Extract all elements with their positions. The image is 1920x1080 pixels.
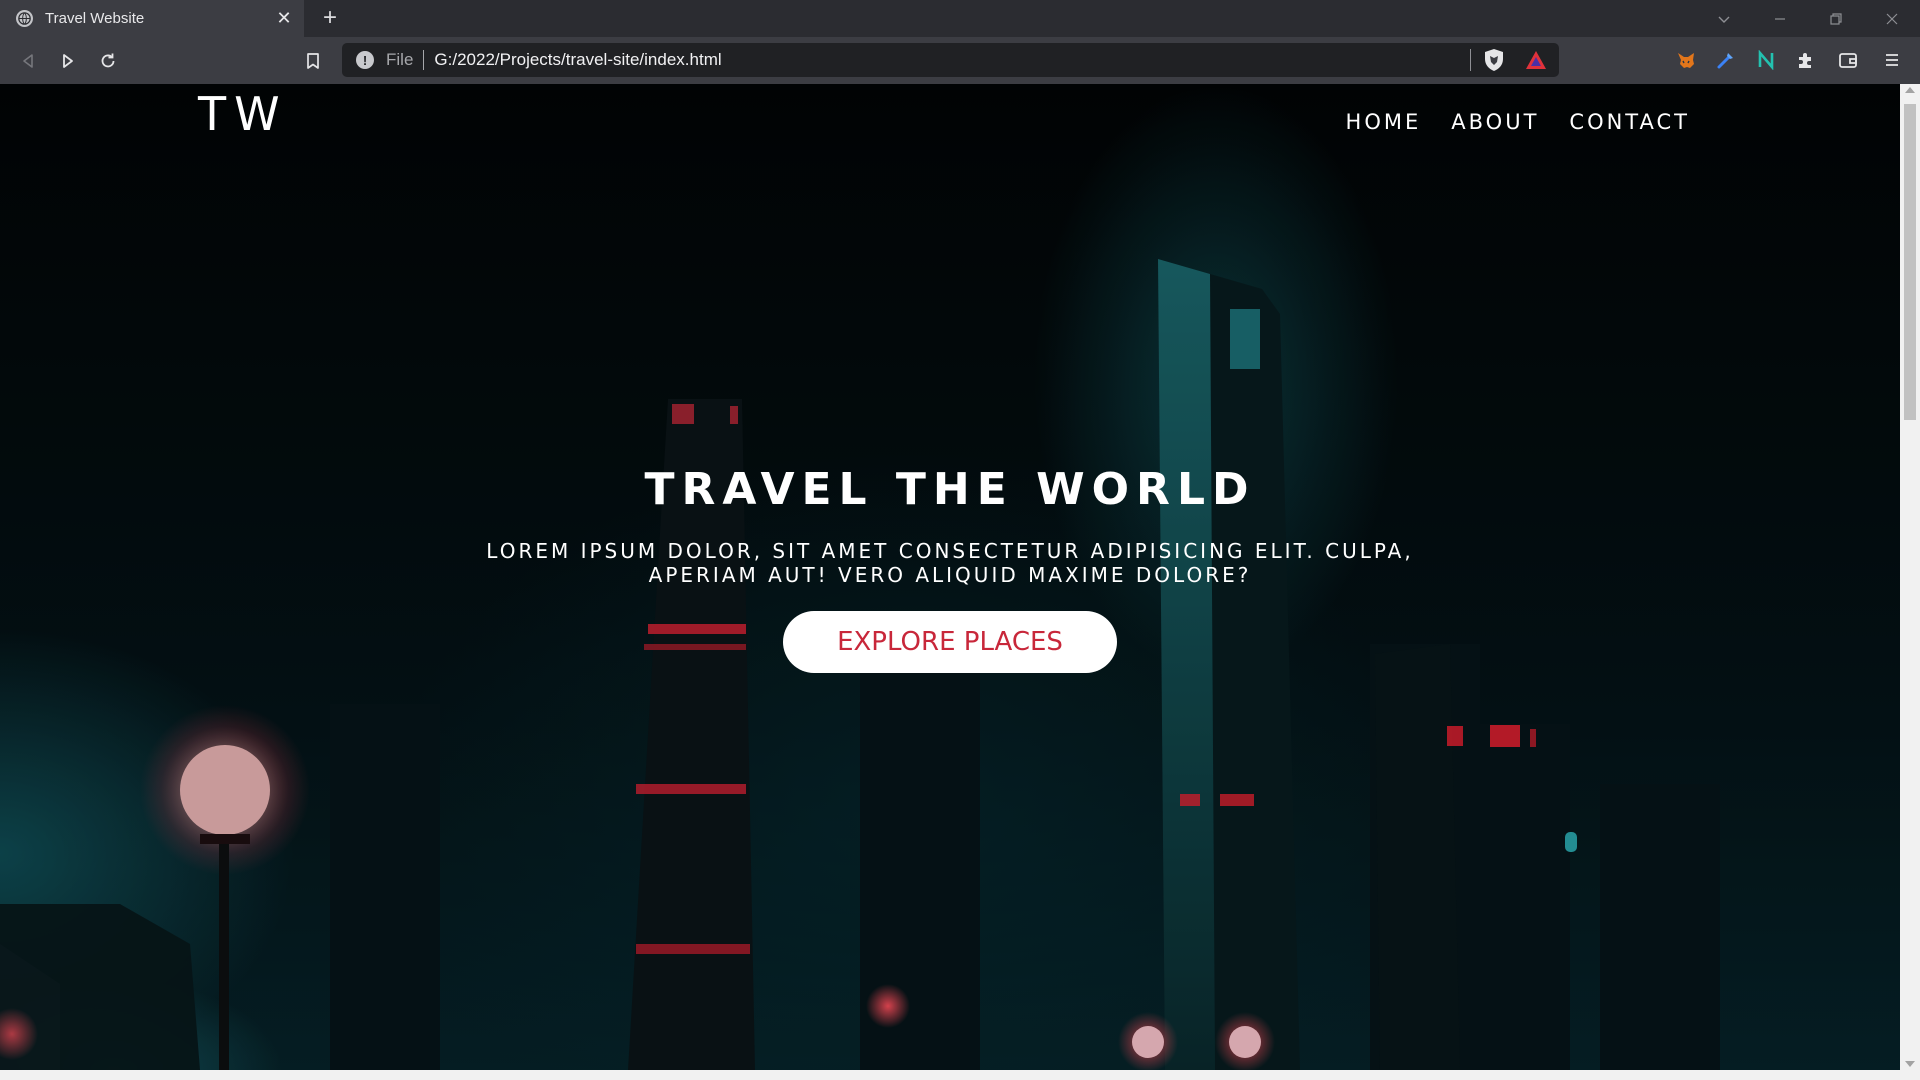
bat-triangle-icon[interactable] xyxy=(1525,50,1547,70)
tab-strip: Travel Website ✕ + xyxy=(0,0,1920,37)
menu-icon[interactable] xyxy=(1880,48,1904,72)
address-bar[interactable]: ! File G:/2022/Projects/travel-site/inde… xyxy=(342,43,1559,77)
page-viewport: TW HOME ABOUT CONTACT TRAVEL THE WORLD L… xyxy=(0,84,1900,1070)
site-logo[interactable]: TW xyxy=(198,87,288,141)
close-tab-icon[interactable]: ✕ xyxy=(274,8,294,29)
teal-n-icon[interactable] xyxy=(1754,48,1778,72)
tab-search-chevron-icon[interactable] xyxy=(1696,0,1752,37)
window-controls xyxy=(1696,0,1920,37)
nav-about-link[interactable]: ABOUT xyxy=(1451,110,1539,134)
info-icon[interactable]: ! xyxy=(356,51,374,69)
scroll-thumb[interactable] xyxy=(1904,104,1916,420)
wallet-icon[interactable] xyxy=(1836,48,1860,72)
vertical-scrollbar[interactable] xyxy=(1900,84,1920,1070)
nav-contact-link[interactable]: CONTACT xyxy=(1569,110,1690,134)
brave-shield-icon[interactable] xyxy=(1483,48,1505,72)
close-window-button[interactable] xyxy=(1864,0,1920,37)
browser-toolbar: ! File G:/2022/Projects/travel-site/inde… xyxy=(0,37,1920,84)
nav-home-link[interactable]: HOME xyxy=(1346,110,1422,134)
scroll-down-arrow-icon[interactable] xyxy=(1905,1061,1915,1067)
tab-title: Travel Website xyxy=(45,10,145,27)
scheme-label: File xyxy=(386,50,414,69)
hero-section: TRAVEL THE WORLD LOREM IPSUM DOLOR, SIT … xyxy=(0,464,1900,673)
forward-play-icon[interactable] xyxy=(55,48,81,74)
reload-icon[interactable] xyxy=(95,48,121,74)
minimize-button[interactable] xyxy=(1752,0,1808,37)
metamask-fox-icon[interactable] xyxy=(1674,48,1698,72)
globe-icon xyxy=(16,10,33,27)
new-tab-button[interactable]: + xyxy=(318,6,342,31)
main-nav: HOME ABOUT CONTACT xyxy=(1346,110,1690,134)
scroll-up-arrow-icon[interactable] xyxy=(1905,87,1915,93)
omnibox-divider-right xyxy=(1470,49,1471,71)
hero-title: TRAVEL THE WORLD xyxy=(644,464,1256,515)
restore-button[interactable] xyxy=(1808,0,1864,37)
bottom-scroll-track xyxy=(0,1070,1920,1080)
bookmark-icon[interactable] xyxy=(300,48,326,74)
omnibox-divider xyxy=(423,50,425,70)
puzzle-icon[interactable] xyxy=(1794,48,1818,72)
url-text[interactable]: G:/2022/Projects/travel-site/index.html xyxy=(434,50,1470,70)
blue-tool-icon[interactable] xyxy=(1714,48,1738,72)
hero-subtitle: LOREM IPSUM DOLOR, SIT AMET CONSECTETUR … xyxy=(486,539,1414,587)
back-arrow-icon[interactable] xyxy=(15,48,41,74)
explore-places-button[interactable]: EXPLORE PLACES xyxy=(783,611,1117,673)
browser-tab[interactable]: Travel Website ✕ xyxy=(0,0,304,37)
